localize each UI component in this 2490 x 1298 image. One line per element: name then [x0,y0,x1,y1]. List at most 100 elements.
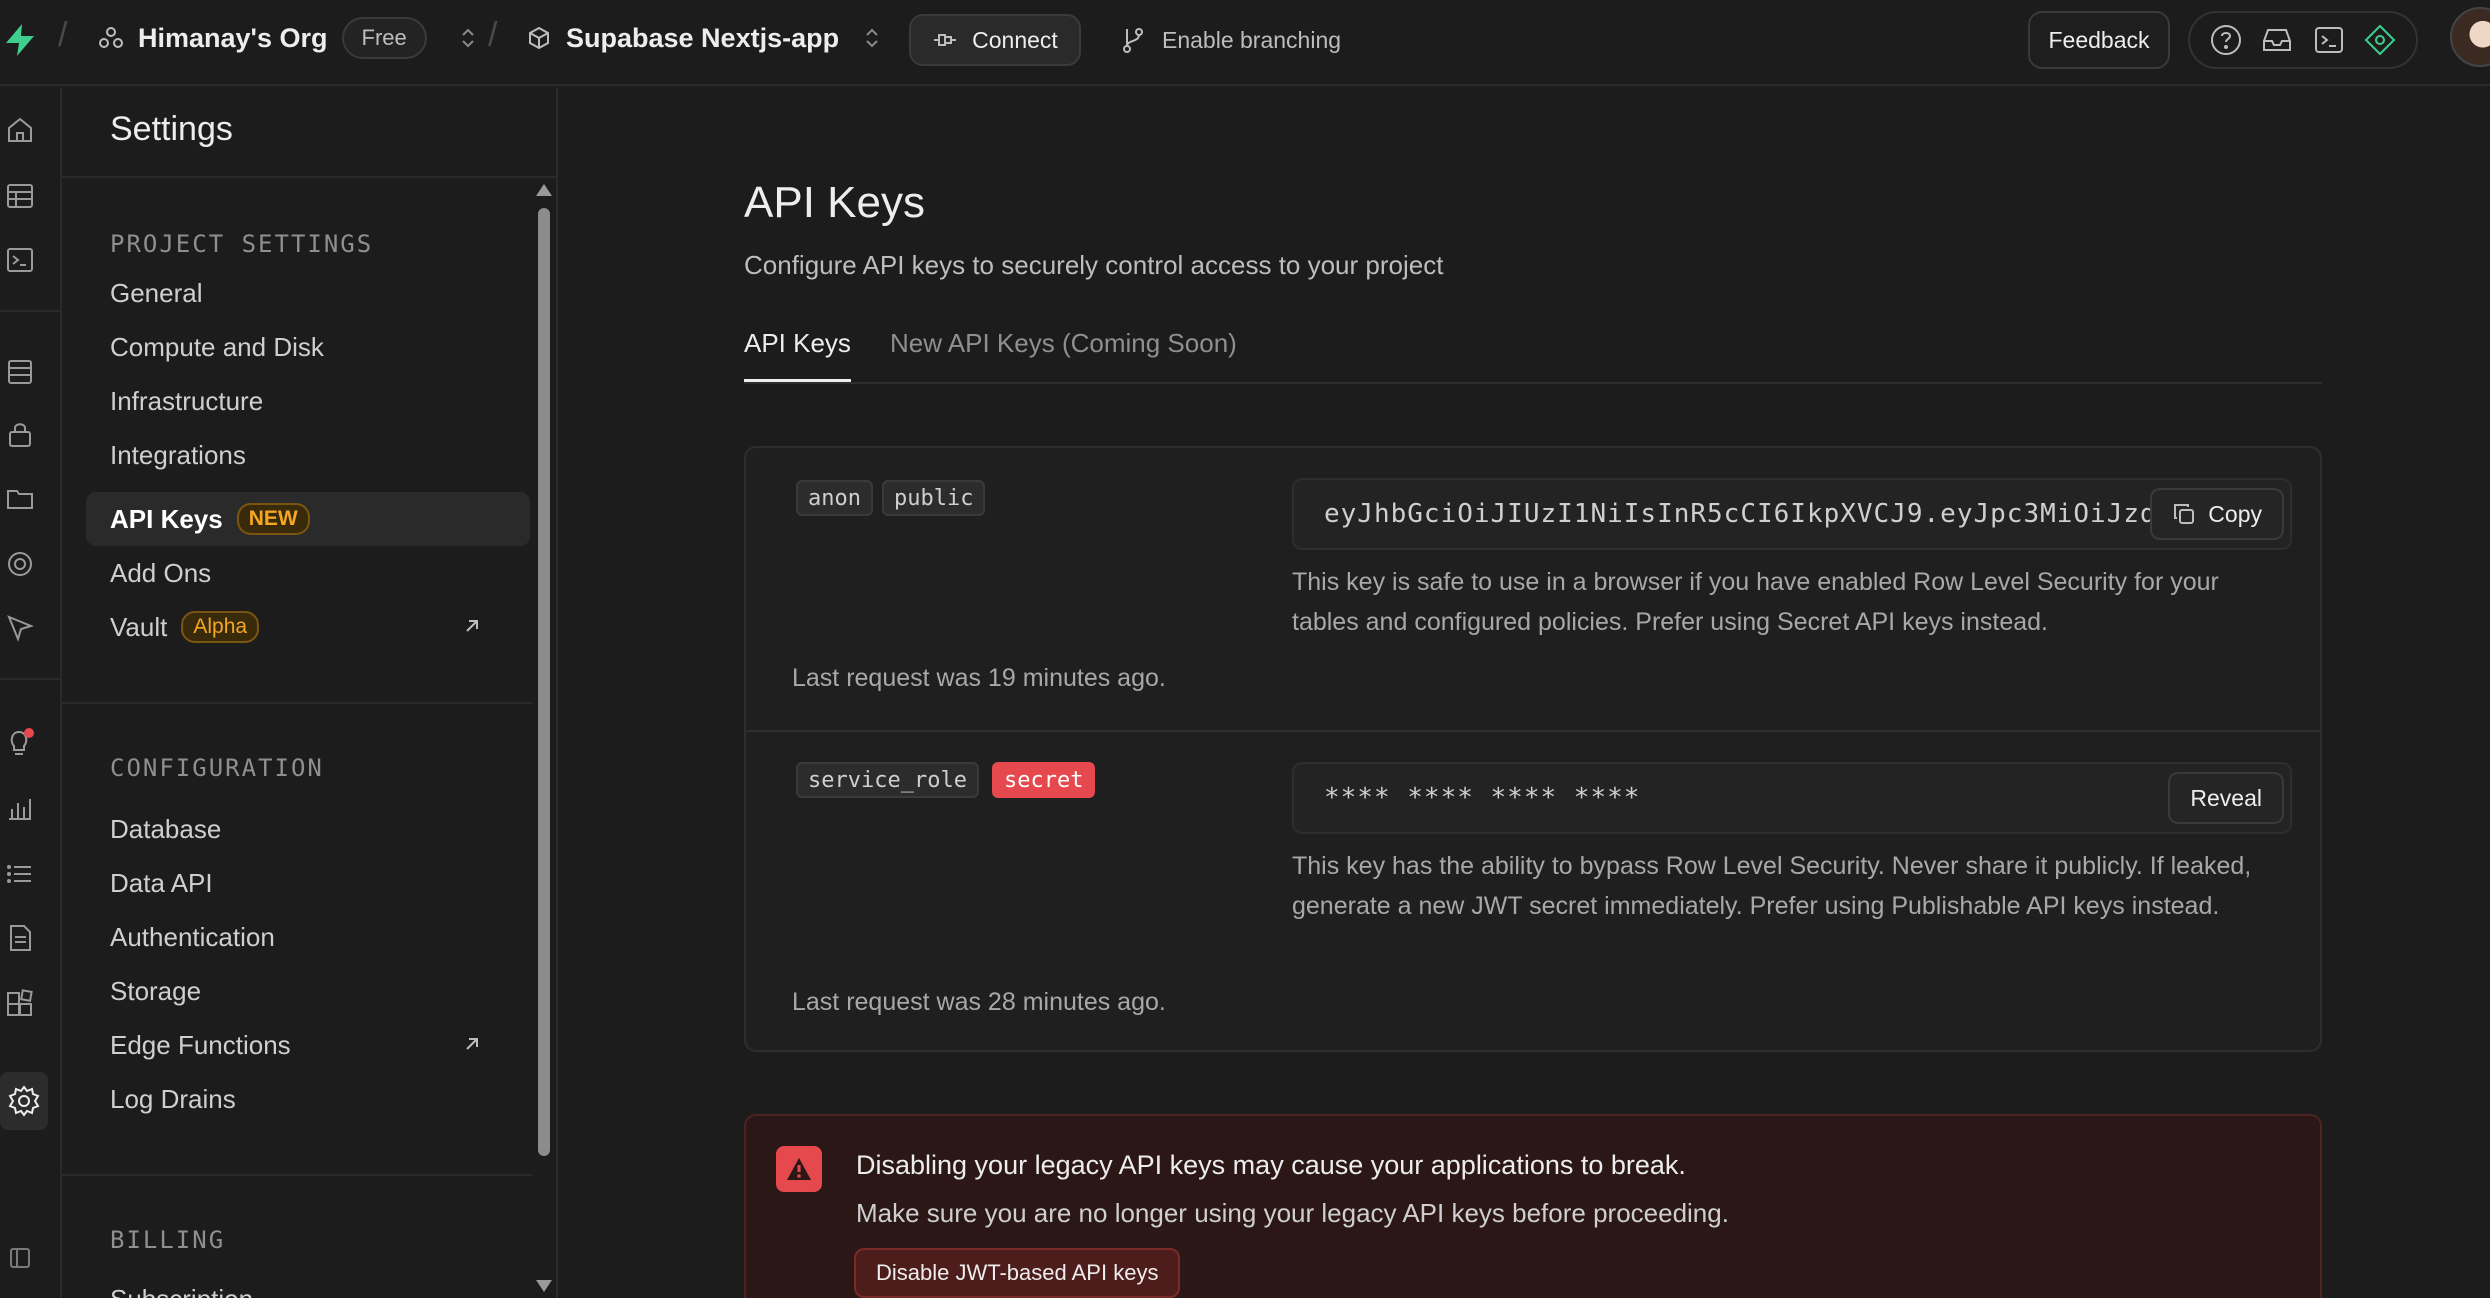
plug-icon [932,30,958,50]
key-tag-secret: secret [992,762,1096,798]
section-title-configuration: CONFIGURATION [110,754,324,782]
legacy-keys-warning: Disabling your legacy API keys may cause… [744,1114,2322,1298]
feedback-button[interactable]: Feedback [2028,11,2170,69]
enable-branching-button[interactable]: Enable branching [1120,14,1341,66]
sidebar-item-subscription[interactable]: Subscription [86,1272,570,1298]
logs-icon[interactable] [0,854,40,894]
api-docs-icon[interactable] [0,918,40,958]
edge-functions-icon[interactable] [0,608,40,648]
sidebar-item-authentication[interactable]: Authentication [86,910,570,964]
sidebar-scrollbar[interactable] [532,178,556,1298]
key-tag-public: public [882,480,986,516]
rail-divider [0,310,60,312]
service-role-key-description: This key has the ability to bypass Row L… [1292,852,2252,920]
api-keys-card: anon public eyJhbGciOiJIUzI1NiIsInR5cCI6… [744,446,2322,1052]
copy-icon [2172,502,2196,526]
collapse-icon[interactable] [0,1238,40,1278]
tab-api-keys[interactable]: API Keys [744,328,851,382]
scroll-thumb[interactable] [538,208,550,1156]
help-icon[interactable] [2209,23,2243,57]
connect-button[interactable]: Connect [909,14,1081,66]
sidebar-divider [62,1174,532,1176]
sidebar-item-add-ons[interactable]: Add Ons [86,546,570,600]
warning-text: Make sure you are no longer using your l… [856,1198,1729,1228]
anon-key-field[interactable]: eyJhbGciOiJIUzI1NiIsInR5cCI6IkpXVCJ9.eyJ… [1292,478,2292,550]
top-bar: / Himanay's Org Free / Supabase Nextjs-a… [0,0,2490,86]
service-role-last-request: Last request was 28 minutes ago. [792,988,1166,1016]
sidebar-item-log-drains[interactable]: Log Drains [86,1072,570,1126]
storage-icon[interactable] [0,478,40,518]
section-title-project-settings: PROJECT SETTINGS [110,230,374,258]
sidebar-item-compute-and-disk[interactable]: Compute and Disk [86,320,570,374]
sidebar-item-label: Subscription [110,1284,253,1298]
sidebar-item-label: Add Ons [110,557,212,588]
chevron-updown-icon[interactable] [863,25,881,51]
reveal-button[interactable]: Reveal [2168,772,2284,824]
anon-key-description: This key is safe to use in a browser if … [1292,568,2219,636]
project-name: Supabase Nextjs-app [566,22,840,53]
sql-editor-icon[interactable] [0,240,40,280]
tab-new-api-keys[interactable]: New API Keys (Coming Soon) [890,328,1237,382]
realtime-icon[interactable] [0,544,40,584]
scroll-down-arrow-icon[interactable] [536,1280,552,1292]
copy-button[interactable]: Copy [2150,488,2284,540]
service-role-key-field[interactable]: **** **** **** **** Reveal [1292,762,2292,834]
sidebar-item-integrations[interactable]: Integrations [86,428,570,482]
reports-icon[interactable] [0,788,40,828]
advisors-icon[interactable] [0,722,40,762]
project-switcher[interactable]: Supabase Nextjs-app [526,0,881,76]
sidebar-item-label: Authentication [110,921,275,952]
chevron-updown-icon[interactable] [459,25,477,51]
key-tag-service-role: service_role [796,762,979,798]
supabase-logo-icon[interactable] [2,22,38,58]
sidebar-item-database[interactable]: Database [86,802,570,856]
org-icon [98,25,124,51]
key-row-divider [746,730,2320,732]
sidebar-item-storage[interactable]: Storage [86,964,570,1018]
anon-key-value: eyJhbGciOiJIUzI1NiIsInR5cCI6IkpXVCJ9.eyJ… [1324,499,2157,529]
external-link-icon [462,616,482,636]
database-icon[interactable] [0,352,40,392]
plan-badge: Free [341,17,427,59]
sidebar-item-label: Integrations [110,439,246,470]
auth-icon[interactable] [0,414,40,454]
sidebar-item-edge-functions[interactable]: Edge Functions [86,1018,530,1072]
warning-triangle-icon [776,1146,822,1192]
rail-divider [0,678,60,680]
sidebar-item-label: General [110,277,203,308]
settings-sidebar: Settings PROJECT SETTINGS General Comput… [62,88,558,1298]
assistant-icon[interactable] [2363,23,2397,57]
settings-icon[interactable] [0,1072,48,1130]
copy-label: Copy [2208,500,2262,527]
integrations-icon[interactable] [0,984,40,1024]
sidebar-item-general[interactable]: General [86,266,570,320]
org-switcher[interactable]: Himanay's Org Free [98,0,477,76]
sidebar-item-label: API Keys [110,503,223,534]
section-title-billing: BILLING [110,1226,226,1254]
sidebar-divider [62,176,556,178]
branching-label: Enable branching [1162,26,1342,53]
service-role-key-value: **** **** **** **** [1324,783,1641,813]
home-icon[interactable] [0,110,40,150]
scroll-up-arrow-icon[interactable] [536,184,552,196]
sidebar-item-label: Compute and Disk [110,331,324,362]
anon-last-request: Last request was 19 minutes ago. [792,664,1166,692]
sidebar-item-label: Edge Functions [110,1029,291,1060]
sidebar-item-label: Database [110,813,222,844]
sidebar-item-label: Storage [110,975,202,1006]
page-title: API Keys [744,178,925,227]
breadcrumb-separator: / [488,16,498,54]
user-avatar[interactable] [2450,7,2490,67]
terminal-icon[interactable] [2312,23,2346,57]
sidebar-title: Settings [110,110,233,148]
sidebar-item-data-api[interactable]: Data API [86,856,570,910]
table-editor-icon[interactable] [0,176,40,216]
sidebar-item-api-keys[interactable]: API Keys NEW [86,492,530,546]
sidebar-item-vault[interactable]: Vault Alpha [86,600,530,654]
git-branch-icon [1120,26,1146,54]
inbox-icon[interactable] [2260,23,2294,57]
connect-label: Connect [972,26,1058,53]
sidebar-divider [62,702,532,704]
sidebar-item-infrastructure[interactable]: Infrastructure [86,374,570,428]
disable-jwt-keys-button[interactable]: Disable JWT-based API keys [854,1248,1181,1298]
